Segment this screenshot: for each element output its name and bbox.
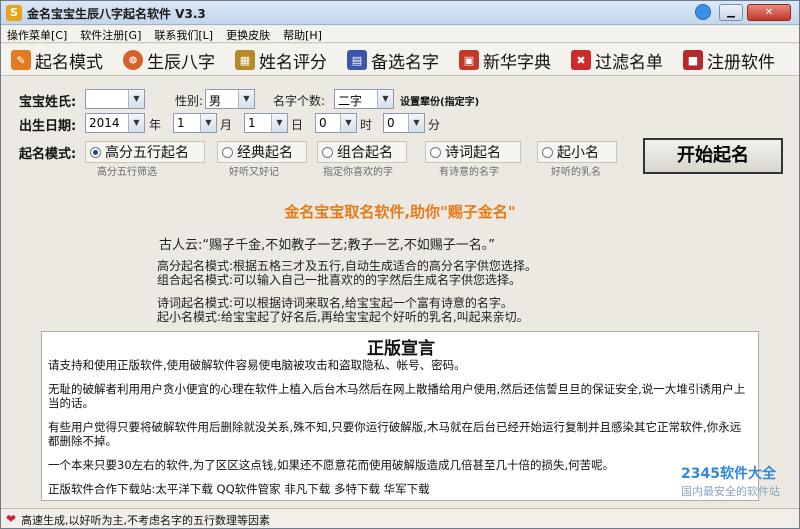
mode-sub-combo: 指定你喜欢的字 bbox=[323, 167, 393, 178]
mode-option-wuxing[interactable]: 高分五行起名 bbox=[85, 141, 205, 163]
menu-skin[interactable]: 更换皮肤 bbox=[218, 26, 275, 43]
toolbar-register-button[interactable]: ■ 注册软件 bbox=[683, 48, 775, 73]
status-bar: ❤ 高速生成,以好听为主,不考虑名字的五行数理等因素 bbox=[1, 508, 799, 528]
mode-option-classic[interactable]: 经典起名 bbox=[217, 141, 307, 163]
generation-link[interactable]: 设置辈份(指定字) bbox=[400, 93, 479, 108]
chevron-down-icon: ▼ bbox=[238, 90, 254, 108]
toolbar-label: 起名模式 bbox=[35, 52, 103, 73]
qq-icon[interactable] bbox=[695, 4, 711, 20]
menu-contact[interactable]: 联系我们[L] bbox=[146, 26, 218, 43]
mode-option-combo[interactable]: 组合起名 bbox=[317, 141, 407, 163]
filter-icon: ✖ bbox=[571, 50, 591, 70]
month-unit: 月 bbox=[220, 118, 233, 132]
intro-line-2: 组合起名模式:可以输入自己一批喜欢的的字然后生成名字供您选择。 bbox=[157, 273, 522, 287]
toolbar-label: 备选名字 bbox=[371, 52, 439, 73]
notice-paragraph: 有些用户觉得只要将破解软件用后删除就没关系,殊不知,只要你运行破解版,木马就在后… bbox=[48, 420, 742, 448]
mode-sub-poetry: 有诗意的名字 bbox=[439, 167, 499, 178]
chevron-down-icon: ▼ bbox=[408, 114, 424, 132]
toolbar: ✎ 起名模式 ☸ 生辰八字 ▦ 姓名评分 ▤ 备选名字 ▣ 新华字典 ✖ 过滤名… bbox=[1, 44, 799, 76]
title-bar: S 金名宝宝生辰八字起名软件 V3.3 ▁ ✕ bbox=[1, 1, 799, 25]
quote-text: 古人云:“赐子千金,不如教子一艺;教子一艺,不如赐子一名。” bbox=[159, 238, 495, 253]
start-naming-button[interactable]: 开始起名 bbox=[643, 138, 783, 174]
toolbar-label: 过滤名单 bbox=[595, 52, 663, 73]
mode-sub-nickname: 好听的乳名 bbox=[551, 167, 601, 178]
score-icon: ▦ bbox=[235, 50, 255, 70]
radio-icon bbox=[430, 146, 441, 158]
mode-sub-wuxing: 高分五行筛选 bbox=[97, 167, 157, 178]
chevron-down-icon: ▼ bbox=[200, 114, 216, 132]
hour-select[interactable]: 0 ▼ bbox=[315, 113, 357, 133]
toolbar-label: 新华字典 bbox=[483, 52, 551, 73]
radio-selected-icon bbox=[90, 146, 101, 158]
notice-title: 正版宣言 bbox=[367, 339, 435, 359]
close-button[interactable]: ✕ bbox=[747, 4, 791, 21]
heart-icon: ❤ bbox=[6, 512, 17, 526]
toolbar-label: 姓名评分 bbox=[259, 52, 327, 73]
toolbar-score-button[interactable]: ▦ 姓名评分 bbox=[235, 48, 327, 73]
window-title: 金名宝宝生辰八字起名软件 V3.3 bbox=[27, 7, 206, 21]
partner-sites[interactable]: 正版软件合作下载站:太平洋下载 QQ软件管家 非凡下载 多特下载 华军下载 bbox=[48, 482, 752, 496]
toolbar-label: 注册软件 bbox=[707, 52, 775, 73]
year-unit: 年 bbox=[149, 118, 162, 132]
notice-paragraph: 请支持和使用正版软件,使用破解软件容易使电脑被攻击和盗取隐私、帐号、密码。 bbox=[48, 358, 466, 372]
hour-unit: 时 bbox=[360, 118, 373, 132]
chevron-down-icon: ▼ bbox=[340, 114, 356, 132]
gender-select[interactable]: 男 ▼ bbox=[205, 89, 255, 109]
mode-sub-classic: 好听又好记 bbox=[229, 167, 279, 178]
minute-unit: 分 bbox=[428, 118, 441, 132]
dictionary-icon: ▣ bbox=[459, 50, 479, 70]
day-unit: 日 bbox=[291, 118, 304, 132]
status-text: 高速生成,以好听为主,不考虑名字的五行数理等因素 bbox=[21, 514, 270, 527]
chevron-down-icon: ▼ bbox=[377, 90, 393, 108]
toolbar-name-mode-button[interactable]: ✎ 起名模式 bbox=[11, 48, 103, 73]
surname-select[interactable]: ▼ bbox=[85, 89, 145, 109]
name-count-label: 名字个数: bbox=[273, 94, 326, 108]
surname-label: 宝宝姓氏: bbox=[19, 95, 77, 110]
menu-help[interactable]: 帮助[H] bbox=[275, 26, 327, 43]
app-icon: S bbox=[6, 5, 22, 21]
toolbar-bazi-button[interactable]: ☸ 生辰八字 bbox=[123, 48, 215, 73]
gender-label: 性别: bbox=[175, 94, 204, 108]
toolbar-label: 生辰八字 bbox=[147, 52, 215, 73]
year-select[interactable]: 2014 ▼ bbox=[85, 113, 145, 133]
menu-operation[interactable]: 操作菜单[C] bbox=[1, 26, 72, 43]
bazi-icon: ☸ bbox=[123, 50, 143, 70]
content-area: 金名宝宝取名软件,助你"赐子金名" 古人云:“赐子千金,不如教子一艺;教子一艺,… bbox=[5, 183, 795, 503]
chevron-down-icon: ▼ bbox=[128, 114, 144, 132]
toolbar-filter-button[interactable]: ✖ 过滤名单 bbox=[571, 48, 663, 73]
toolbar-dictionary-button[interactable]: ▣ 新华字典 bbox=[459, 48, 551, 73]
radio-icon bbox=[322, 146, 333, 158]
minimize-button[interactable]: ▁ bbox=[719, 4, 743, 21]
watermark-logo: 2345软件大全 bbox=[681, 466, 776, 482]
notice-paragraph: 无耻的破解者利用用户贪小便宜的心理在软件上植入后台木马然后在网上散播给用户使用,… bbox=[48, 382, 746, 410]
chevron-down-icon: ▼ bbox=[271, 114, 287, 132]
calendar-icon: ▤ bbox=[347, 50, 367, 70]
mode-label: 起名模式: bbox=[19, 147, 77, 162]
minute-select[interactable]: 0 ▼ bbox=[383, 113, 425, 133]
chevron-down-icon: ▼ bbox=[128, 90, 144, 108]
notice-paragraph: 一个本来只要30左右的软件,为了区区这点钱,如果还不愿意花而使用破解版造成几倍甚… bbox=[48, 458, 615, 472]
mode-option-poetry[interactable]: 诗词起名 bbox=[425, 141, 521, 163]
day-select[interactable]: 1 ▼ bbox=[244, 113, 288, 133]
name-count-select[interactable]: 二字 ▼ bbox=[334, 89, 394, 109]
notice-panel: 正版宣言 请支持和使用正版软件,使用破解软件容易使电脑被攻击和盗取隐私、帐号、密… bbox=[41, 331, 759, 501]
toolbar-candidates-button[interactable]: ▤ 备选名字 bbox=[347, 48, 439, 73]
menu-register[interactable]: 软件注册[G] bbox=[72, 26, 146, 43]
watermark-tagline: 国内最安全的软件站 bbox=[681, 485, 780, 498]
radio-icon bbox=[222, 146, 233, 158]
intro-line-4: 起小名模式:给宝宝起了好名后,再给宝宝起个好听的乳名,叫起来亲切。 bbox=[157, 310, 529, 324]
birth-label: 出生日期: bbox=[19, 119, 77, 134]
watermark: 2345软件大全 国内最安全的软件站 bbox=[681, 463, 799, 503]
headline: 金名宝宝取名软件,助你"赐子金名" bbox=[284, 203, 516, 221]
radio-icon bbox=[542, 146, 553, 158]
mode-option-nickname[interactable]: 起小名 bbox=[537, 141, 617, 163]
name-mode-icon: ✎ bbox=[11, 50, 31, 70]
app-window: S 金名宝宝生辰八字起名软件 V3.3 ▁ ✕ 操作菜单[C] 软件注册[G] 联系… bbox=[0, 0, 800, 529]
menu-bar: 操作菜单[C] 软件注册[G] 联系我们[L] 更换皮肤 帮助[H] bbox=[1, 26, 799, 43]
month-select[interactable]: 1 ▼ bbox=[173, 113, 217, 133]
lock-icon: ■ bbox=[683, 50, 703, 70]
